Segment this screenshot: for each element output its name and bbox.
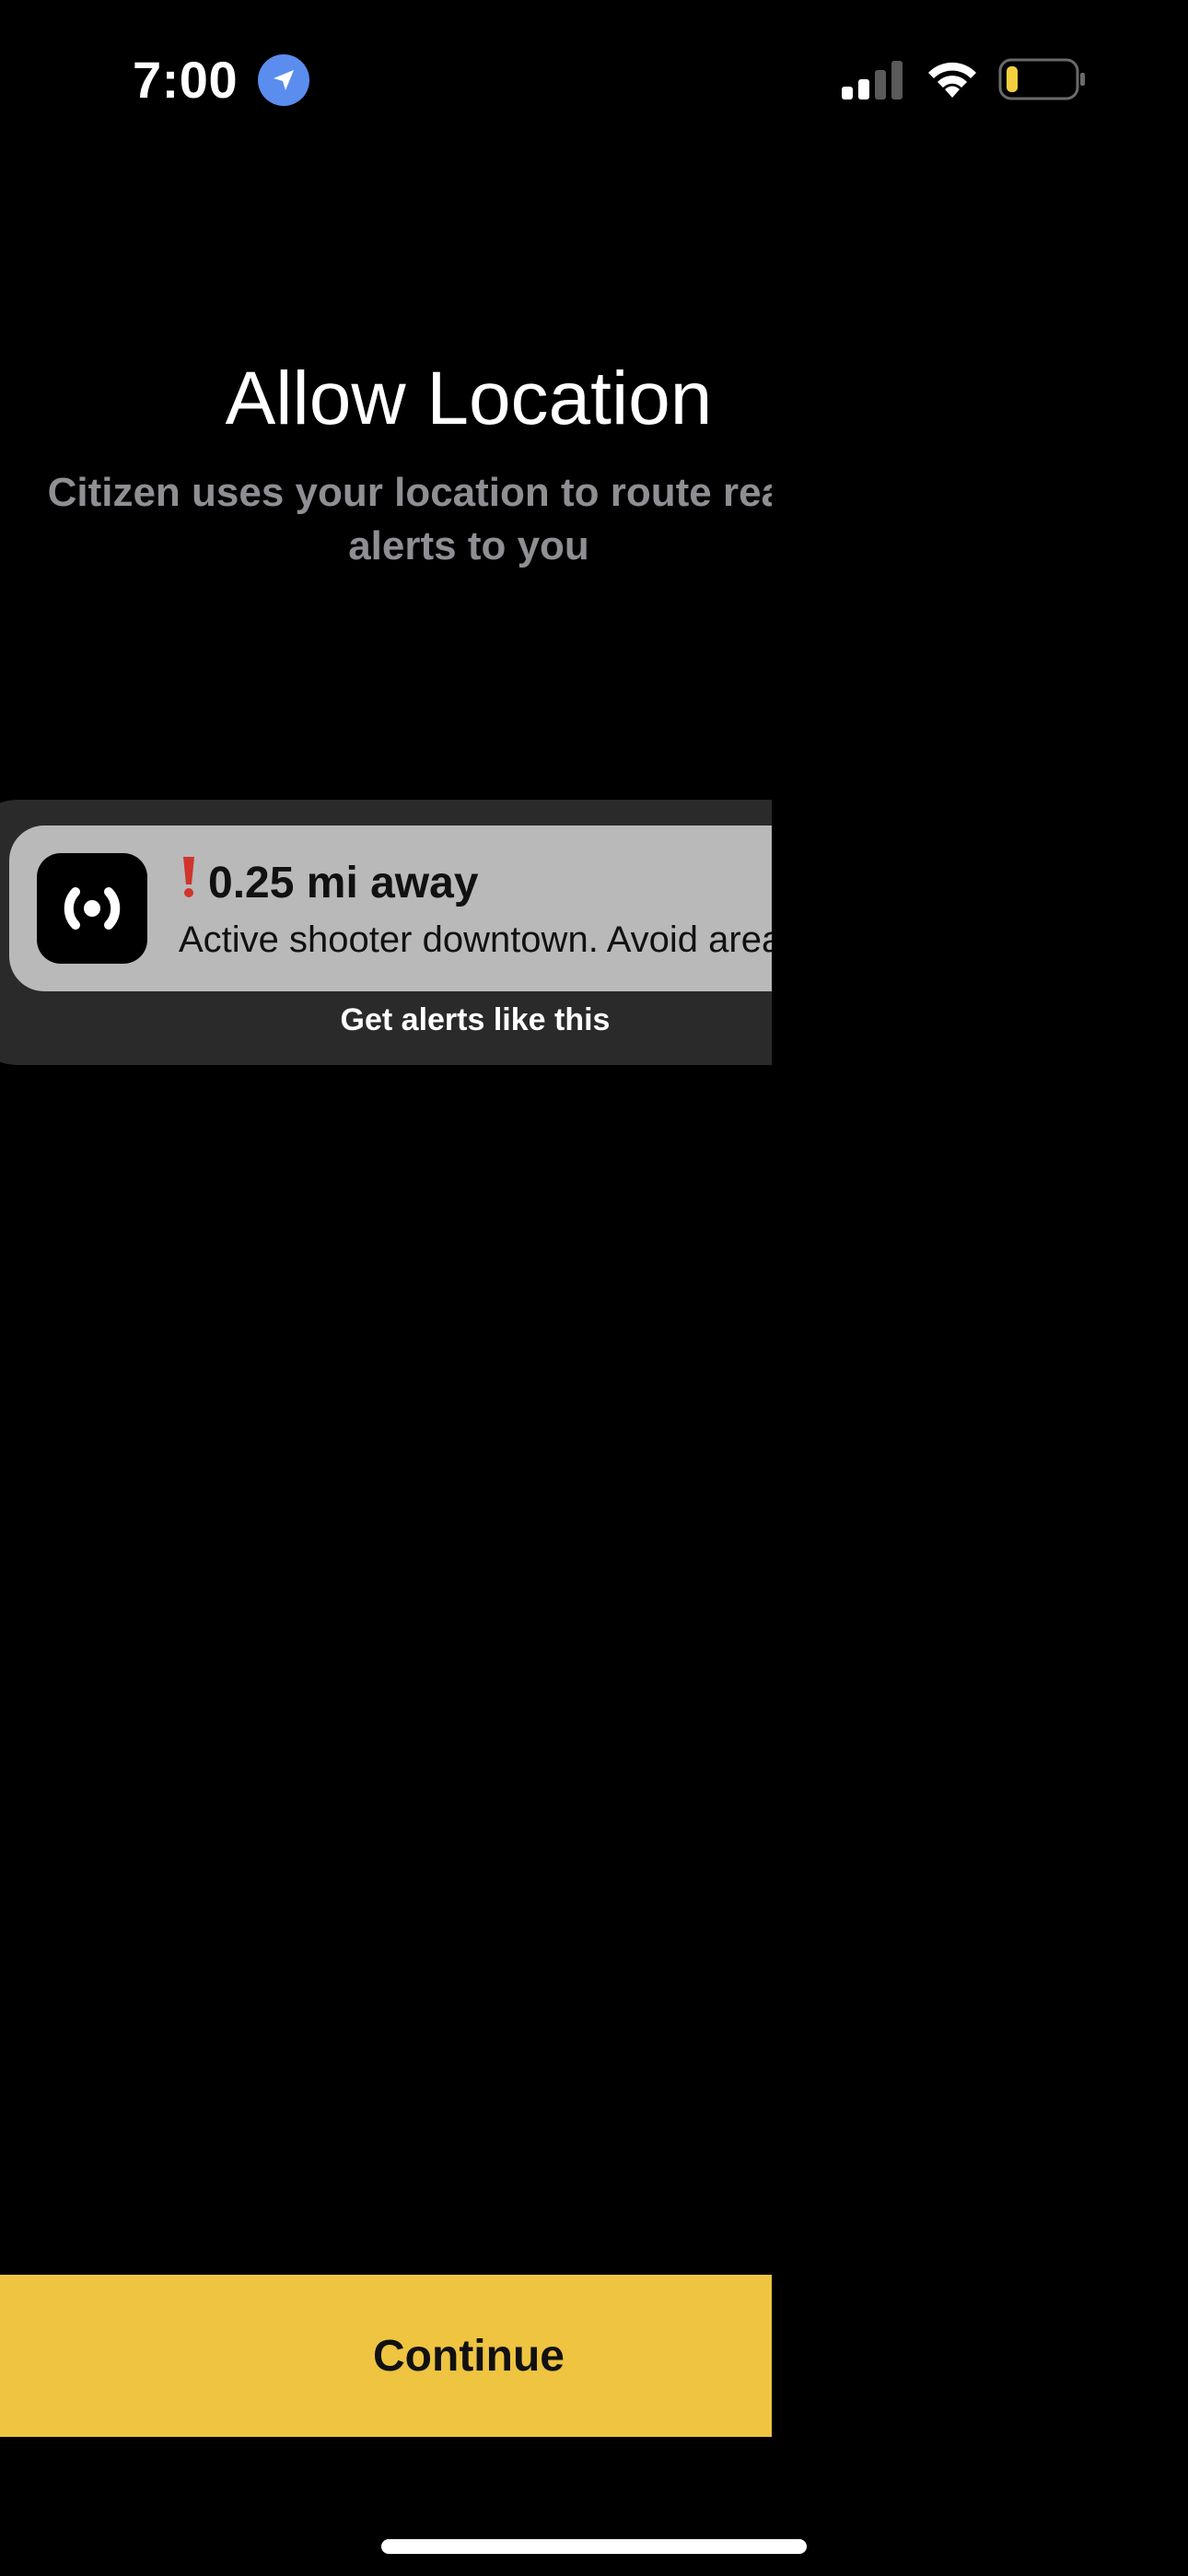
home-indicator[interactable]	[381, 2539, 807, 2554]
alert-body: Active shooter downtown. Avoid area.	[179, 919, 772, 960]
alert-distance-text: 0.25 mi away	[208, 858, 479, 907]
exclamation-icon	[183, 857, 194, 897]
subtitle-line-1: Citizen uses your location to route real…	[47, 470, 772, 515]
alert-caption: Get alerts like this	[340, 1002, 611, 1037]
onboarding-content: Allow Location Citizen uses your locatio…	[0, 0, 772, 2576]
page-title: Allow Location	[225, 357, 713, 440]
citizen-broadcast-icon	[37, 853, 147, 964]
subtitle-line-2: alerts to you	[348, 523, 589, 568]
battery-low-icon	[998, 58, 1085, 100]
continue-button[interactable]: Continue	[0, 2275, 772, 2437]
cellular-signal-icon	[842, 61, 903, 100]
alert-distance: 0.25 mi away	[181, 853, 479, 912]
wifi-icon	[928, 62, 976, 98]
continue-label: Continue	[373, 2331, 565, 2381]
allow-location-screen: 7:00 Allow Location Citizen uses your lo…	[0, 0, 1188, 2576]
